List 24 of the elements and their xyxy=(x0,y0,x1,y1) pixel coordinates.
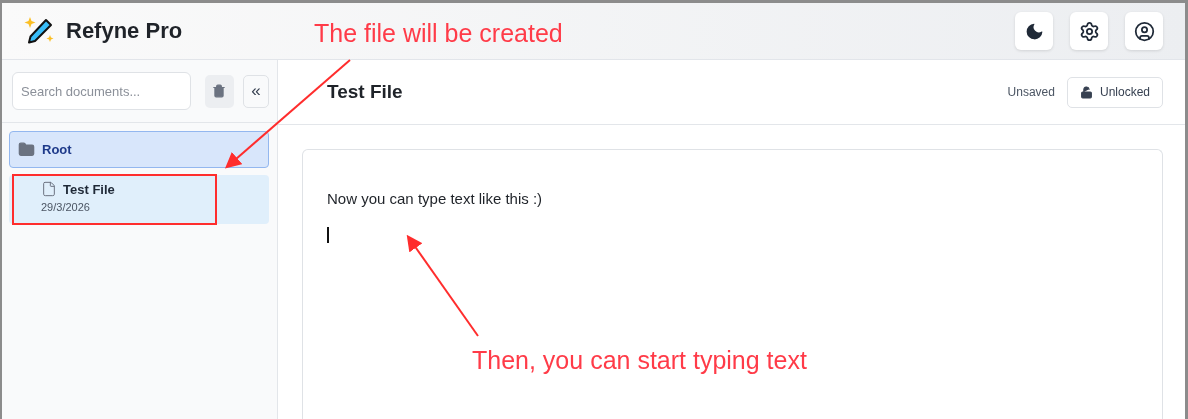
user-icon xyxy=(1133,20,1155,42)
folder-item[interactable]: Root xyxy=(9,131,269,168)
folder-name: Root xyxy=(42,142,72,157)
annotation-text: The file will be created xyxy=(314,19,563,48)
app-title: Refyne Pro xyxy=(66,18,183,44)
save-status: Unsaved xyxy=(1007,85,1055,99)
unlocked-icon xyxy=(1079,85,1093,99)
lock-button[interactable]: Unlocked xyxy=(1066,76,1163,108)
paragraph: Now you can type text like this :) xyxy=(327,190,544,207)
collapse-button[interactable]: « xyxy=(242,74,269,108)
trash-icon xyxy=(212,84,227,98)
file-name: Test File xyxy=(63,181,115,197)
file-icon xyxy=(41,181,57,197)
annotation-text: Then, you can start typing text xyxy=(472,346,807,375)
settings-icon xyxy=(1078,20,1100,42)
delete-button[interactable] xyxy=(205,74,234,108)
document-title: Test File xyxy=(327,81,403,103)
file-item[interactable]: Test File 29/3/2026 xyxy=(9,175,269,224)
settings-button[interactable] xyxy=(1070,12,1108,50)
file-date: 29/3/2026 xyxy=(41,201,91,213)
theme-toggle-button[interactable] xyxy=(1015,12,1053,50)
search-field[interactable]: Search documents... xyxy=(12,72,191,110)
account-button[interactable] xyxy=(1125,12,1163,50)
folder-icon xyxy=(18,141,35,158)
